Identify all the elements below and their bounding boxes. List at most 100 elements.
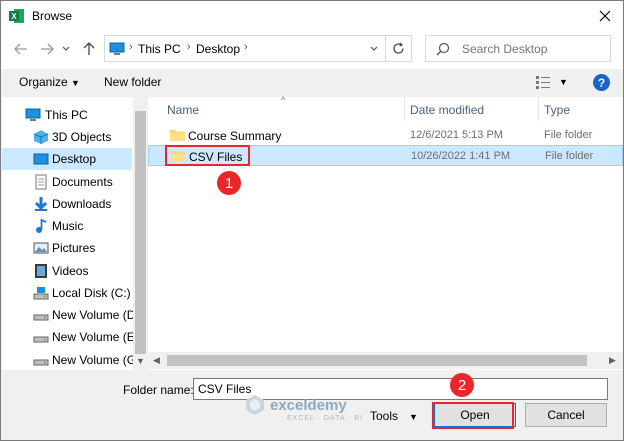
command-bar: Organize ▼ New folder ▼ ? xyxy=(1,69,623,97)
callout-step-1: 1 xyxy=(217,171,241,195)
browse-dialog: X Browse › This PC › Desktop › Search De… xyxy=(0,0,624,441)
3d-objects-icon xyxy=(33,130,49,144)
refresh-icon xyxy=(393,42,404,54)
sidebar-item-local-disk-c[interactable]: Local Disk (C:) xyxy=(2,282,132,304)
sidebar-item-new-volume-d[interactable]: New Volume (D: xyxy=(2,304,139,326)
sidebar-item-new-volume-g[interactable]: New Volume (G: xyxy=(2,349,139,370)
svg-text:X: X xyxy=(11,12,17,21)
column-header-name[interactable]: Name xyxy=(167,97,199,121)
title-bar: X Browse xyxy=(1,1,623,31)
pc-icon xyxy=(25,108,41,121)
file-type: File folder xyxy=(545,150,594,162)
highlight-box-open xyxy=(432,402,514,429)
watermark-brand: exceldemy xyxy=(270,396,347,414)
close-button[interactable] xyxy=(593,4,617,28)
caret-down-icon: ▼ xyxy=(71,78,80,88)
sidebar-item-label: New Volume (G: xyxy=(52,353,140,367)
drive-icon xyxy=(33,336,49,343)
breadcrumb-separator: › xyxy=(187,41,191,53)
sidebar-item-label: Downloads xyxy=(52,197,112,211)
documents-icon xyxy=(35,174,47,190)
arrow-right-icon xyxy=(41,43,54,55)
callout-step-2: 2 xyxy=(450,373,474,397)
view-options-icon[interactable] xyxy=(535,75,551,89)
sidebar-item-new-volume-e[interactable]: New Volume (E:) xyxy=(2,326,142,348)
sidebar-item-label: This PC xyxy=(45,108,88,122)
sidebar-item-label: New Volume (D: xyxy=(52,308,139,322)
column-divider[interactable] xyxy=(538,97,539,121)
breadcrumb-separator: › xyxy=(244,41,248,53)
scrollbar-thumb[interactable] xyxy=(135,111,146,354)
forward-button[interactable] xyxy=(37,39,57,59)
folder-name-label: Folder name: xyxy=(123,383,194,397)
navigation-scrollbar[interactable]: ▼ xyxy=(133,97,147,370)
refresh-button[interactable] xyxy=(385,35,412,62)
folder-icon xyxy=(170,130,185,141)
back-button[interactable] xyxy=(11,39,31,59)
sidebar-item-label: 3D Objects xyxy=(52,130,112,144)
sort-ascending-icon: ^ xyxy=(281,95,286,105)
chevron-down-icon xyxy=(62,46,70,51)
sidebar-item-label: Desktop xyxy=(52,152,97,166)
column-header-type[interactable]: Type xyxy=(544,97,570,121)
sidebar-item-downloads[interactable]: Downloads xyxy=(2,193,132,215)
up-button[interactable] xyxy=(79,39,99,59)
help-button[interactable]: ? xyxy=(593,74,610,91)
sidebar-item-label: New Volume (E:) xyxy=(52,330,143,344)
breadcrumb-separator: › xyxy=(129,41,133,53)
chevron-down-icon xyxy=(370,46,378,51)
file-date: 10/26/2022 1:41 PM xyxy=(411,150,511,162)
sidebar-item-label: Music xyxy=(52,219,84,233)
sidebar-item-label: Pictures xyxy=(52,241,96,255)
sidebar-item-documents[interactable]: Documents xyxy=(2,171,132,193)
breadcrumb-this-pc[interactable]: This PC xyxy=(138,42,181,56)
sidebar-item-music[interactable]: Music xyxy=(2,215,132,237)
window-title: Browse xyxy=(32,9,73,23)
column-divider[interactable] xyxy=(404,97,405,121)
sidebar-item-this-pc[interactable]: This PC xyxy=(2,104,132,126)
pictures-icon xyxy=(33,242,49,254)
drive-icon xyxy=(33,314,49,321)
videos-icon xyxy=(35,264,47,278)
close-icon xyxy=(599,10,611,22)
view-dropdown-icon[interactable]: ▼ xyxy=(559,77,568,87)
excel-icon: X xyxy=(9,9,24,23)
scroll-left-icon[interactable]: ◀ xyxy=(153,355,160,366)
organize-menu[interactable]: Organize ▼ xyxy=(19,75,80,89)
highlight-box-csv-files xyxy=(165,145,250,166)
scroll-right-icon[interactable]: ▶ xyxy=(609,355,616,366)
music-icon xyxy=(36,218,47,233)
sidebar-item-pictures[interactable]: Pictures xyxy=(2,237,132,259)
organize-label: Organize xyxy=(19,75,68,89)
file-date: 12/6/2021 5:13 PM xyxy=(410,129,503,141)
horizontal-scrollbar[interactable]: ◀ ▶ xyxy=(148,352,623,369)
file-row[interactable]: Course Summary 12/6/2021 5:13 PM File fo… xyxy=(148,125,623,146)
arrow-left-icon xyxy=(14,43,27,55)
downloads-icon xyxy=(34,197,48,211)
drive-icon xyxy=(33,359,49,366)
drive-icon xyxy=(33,287,49,300)
recent-locations-button[interactable] xyxy=(60,39,72,59)
breadcrumb-desktop[interactable]: Desktop xyxy=(196,42,240,56)
watermark-tagline: EXCEL · DATA · BI xyxy=(287,415,363,422)
sidebar-item-videos[interactable]: Videos xyxy=(2,260,132,282)
cancel-button[interactable]: Cancel xyxy=(525,403,607,427)
sidebar-item-label: Documents xyxy=(52,175,113,189)
scrollbar-thumb[interactable] xyxy=(167,355,587,366)
tools-menu[interactable]: Tools xyxy=(370,409,398,423)
search-input[interactable] xyxy=(462,42,602,56)
sidebar-item-label: Local Disk (C:) xyxy=(52,286,131,300)
sidebar-item-label: Videos xyxy=(52,264,89,278)
new-folder-button[interactable]: New folder xyxy=(104,75,161,89)
address-dropdown-button[interactable] xyxy=(363,35,385,62)
watermark: exceldemy xyxy=(244,394,347,416)
sidebar-item-3d-objects[interactable]: 3D Objects xyxy=(2,126,132,148)
caret-down-icon[interactable]: ▼ xyxy=(409,412,418,422)
file-type: File folder xyxy=(544,129,593,141)
sidebar-item-desktop[interactable]: Desktop xyxy=(2,148,132,170)
file-name: Course Summary xyxy=(188,129,282,143)
scroll-down-icon[interactable]: ▼ xyxy=(136,356,145,366)
search-box[interactable] xyxy=(425,35,611,62)
search-icon xyxy=(436,42,450,56)
column-header-date-modified[interactable]: Date modified xyxy=(410,97,484,121)
